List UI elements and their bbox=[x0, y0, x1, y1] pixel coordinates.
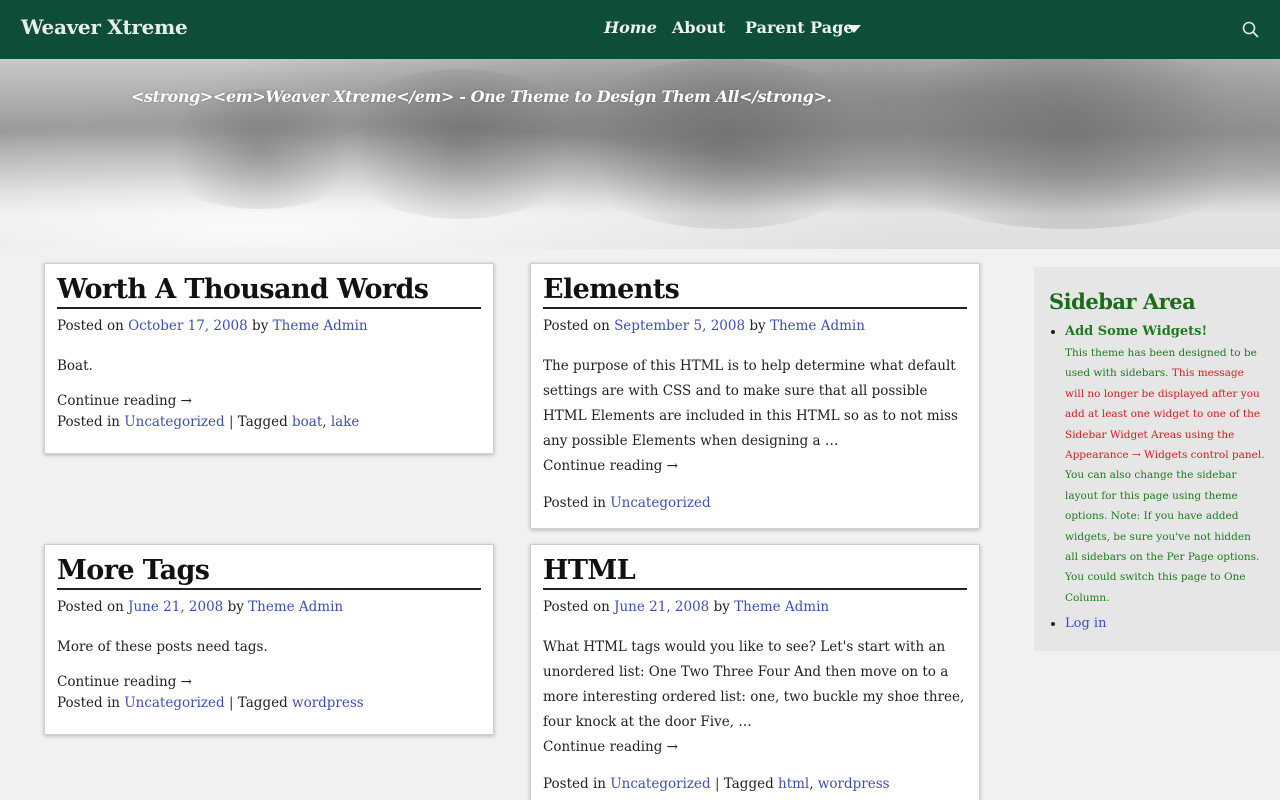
site-tagline: <strong><em>Weaver Xtreme</em> - One The… bbox=[131, 87, 832, 106]
post-date-link[interactable]: October 17, 2008 bbox=[128, 318, 248, 334]
posted-in-label: Posted in bbox=[543, 776, 606, 792]
continue-reading-link[interactable]: Continue reading → bbox=[543, 735, 967, 760]
post-footer: Posted in Uncategorized | Tagged boat, l… bbox=[57, 414, 481, 430]
post-author-link[interactable]: Theme Admin bbox=[248, 599, 343, 615]
category-link[interactable]: Uncategorized bbox=[610, 776, 710, 792]
tag-link[interactable]: wordpress bbox=[818, 776, 890, 792]
post-excerpt: More of these posts need tags. bbox=[57, 639, 268, 655]
post-author-link[interactable]: Theme Admin bbox=[734, 599, 829, 615]
post-date-link[interactable]: June 21, 2008 bbox=[614, 599, 709, 615]
post-card: HTML Posted on June 21, 2008 by Theme Ad… bbox=[530, 544, 980, 800]
sidebar-title: Sidebar Area bbox=[1049, 289, 1196, 314]
by-label: by bbox=[227, 599, 244, 615]
tag-link[interactable]: lake bbox=[331, 414, 360, 430]
login-link[interactable]: Log in bbox=[1065, 616, 1106, 631]
tag-link[interactable]: boat bbox=[292, 414, 322, 430]
hero-tree-shade bbox=[560, 59, 890, 229]
post-title-link[interactable]: Worth A Thousand Words bbox=[57, 274, 429, 305]
post-title[interactable]: Worth A Thousand Words bbox=[57, 264, 481, 309]
header-image: <strong><em>Weaver Xtreme</em> - One The… bbox=[0, 59, 1280, 249]
post-title[interactable]: Elements bbox=[543, 264, 967, 309]
posted-on-label: Posted on bbox=[543, 318, 610, 334]
post-title-link[interactable]: Elements bbox=[543, 274, 680, 305]
category-link[interactable]: Uncategorized bbox=[610, 495, 710, 511]
continue-reading-link[interactable]: Continue reading → bbox=[57, 674, 481, 690]
category-link[interactable]: Uncategorized bbox=[124, 414, 224, 430]
post-footer: Posted in Uncategorized | Tagged html, w… bbox=[543, 776, 967, 792]
post-author-link[interactable]: Theme Admin bbox=[273, 318, 368, 334]
main-menu: Home About Parent Page bbox=[0, 0, 1280, 59]
post-title[interactable]: HTML bbox=[543, 545, 967, 590]
post-card: Worth A Thousand Words Posted on October… bbox=[44, 263, 494, 454]
tag-comma: , bbox=[809, 776, 814, 792]
tagged-label: Tagged bbox=[723, 776, 774, 792]
posted-on-label: Posted on bbox=[543, 599, 610, 615]
posted-in-label: Posted in bbox=[57, 695, 120, 711]
by-label: by bbox=[713, 599, 730, 615]
top-navigation-bar: Weaver Xtreme Home About Parent Page bbox=[0, 0, 1280, 59]
post-card: More Tags Posted on June 21, 2008 by The… bbox=[44, 544, 494, 735]
search-icon[interactable] bbox=[1241, 20, 1261, 40]
post-meta: Posted on October 17, 2008 by Theme Admi… bbox=[57, 318, 481, 334]
separator: | bbox=[228, 695, 234, 711]
post-date-link[interactable]: September 5, 2008 bbox=[614, 318, 745, 334]
nav-item-about[interactable]: About bbox=[672, 18, 725, 37]
by-label: by bbox=[749, 318, 766, 334]
post-meta: Posted on June 21, 2008 by Theme Admin bbox=[57, 599, 481, 615]
post-meta: Posted on June 21, 2008 by Theme Admin bbox=[543, 599, 967, 615]
continue-reading-link[interactable]: Continue reading → bbox=[57, 393, 481, 409]
posted-on-label: Posted on bbox=[57, 318, 124, 334]
posted-on-label: Posted on bbox=[57, 599, 124, 615]
posted-in-label: Posted in bbox=[543, 495, 606, 511]
post-title-link[interactable]: More Tags bbox=[57, 555, 210, 586]
hero-tree-shade bbox=[150, 89, 370, 209]
nav-item-home[interactable]: Home bbox=[604, 18, 657, 37]
sidebar: Sidebar Area Add Some Widgets! This them… bbox=[1034, 267, 1280, 651]
posted-in-label: Posted in bbox=[57, 414, 120, 430]
tagged-label: Tagged bbox=[237, 414, 288, 430]
post-meta: Posted on September 5, 2008 by Theme Adm… bbox=[543, 318, 967, 334]
post-date-link[interactable]: June 21, 2008 bbox=[128, 599, 223, 615]
category-link[interactable]: Uncategorized bbox=[124, 695, 224, 711]
tagged-label: Tagged bbox=[237, 695, 288, 711]
tag-link[interactable]: wordpress bbox=[292, 695, 364, 711]
separator: | bbox=[228, 414, 234, 430]
post-title-link[interactable]: HTML bbox=[543, 555, 636, 586]
sidebar-item-login: Log in bbox=[1065, 616, 1265, 631]
notice-text: Note: If you have added widgets, be sure… bbox=[1065, 510, 1260, 604]
post-excerpt: What HTML tags would you like to see? Le… bbox=[543, 639, 965, 730]
post-excerpt: The purpose of this HTML is to help dete… bbox=[543, 358, 958, 449]
sidebar-notice: This theme has been designed to be used … bbox=[1065, 343, 1265, 608]
hero-tree-shade bbox=[860, 59, 1280, 229]
post-card: Elements Posted on September 5, 2008 by … bbox=[530, 263, 980, 529]
sidebar-item-add-widgets: Add Some Widgets! This theme has been de… bbox=[1065, 324, 1265, 608]
post-footer: Posted in Uncategorized | Tagged wordpre… bbox=[57, 695, 481, 711]
tag-comma: , bbox=[322, 414, 327, 430]
separator: | bbox=[714, 776, 720, 792]
post-author-link[interactable]: Theme Admin bbox=[770, 318, 865, 334]
notice-warning-text: This message will no longer be displayed… bbox=[1065, 367, 1265, 462]
tag-link[interactable]: html bbox=[778, 776, 809, 792]
sidebar-list: Add Some Widgets! This theme has been de… bbox=[1049, 324, 1265, 631]
post-excerpt: Boat. bbox=[57, 358, 93, 374]
post-title[interactable]: More Tags bbox=[57, 545, 481, 590]
dropdown-arrow-icon[interactable] bbox=[847, 25, 861, 33]
continue-reading-link[interactable]: Continue reading → bbox=[543, 454, 967, 479]
post-footer: Posted in Uncategorized bbox=[543, 495, 967, 511]
by-label: by bbox=[252, 318, 269, 334]
nav-item-parent-page[interactable]: Parent Page bbox=[745, 18, 854, 37]
add-widgets-heading: Add Some Widgets! bbox=[1065, 324, 1208, 339]
